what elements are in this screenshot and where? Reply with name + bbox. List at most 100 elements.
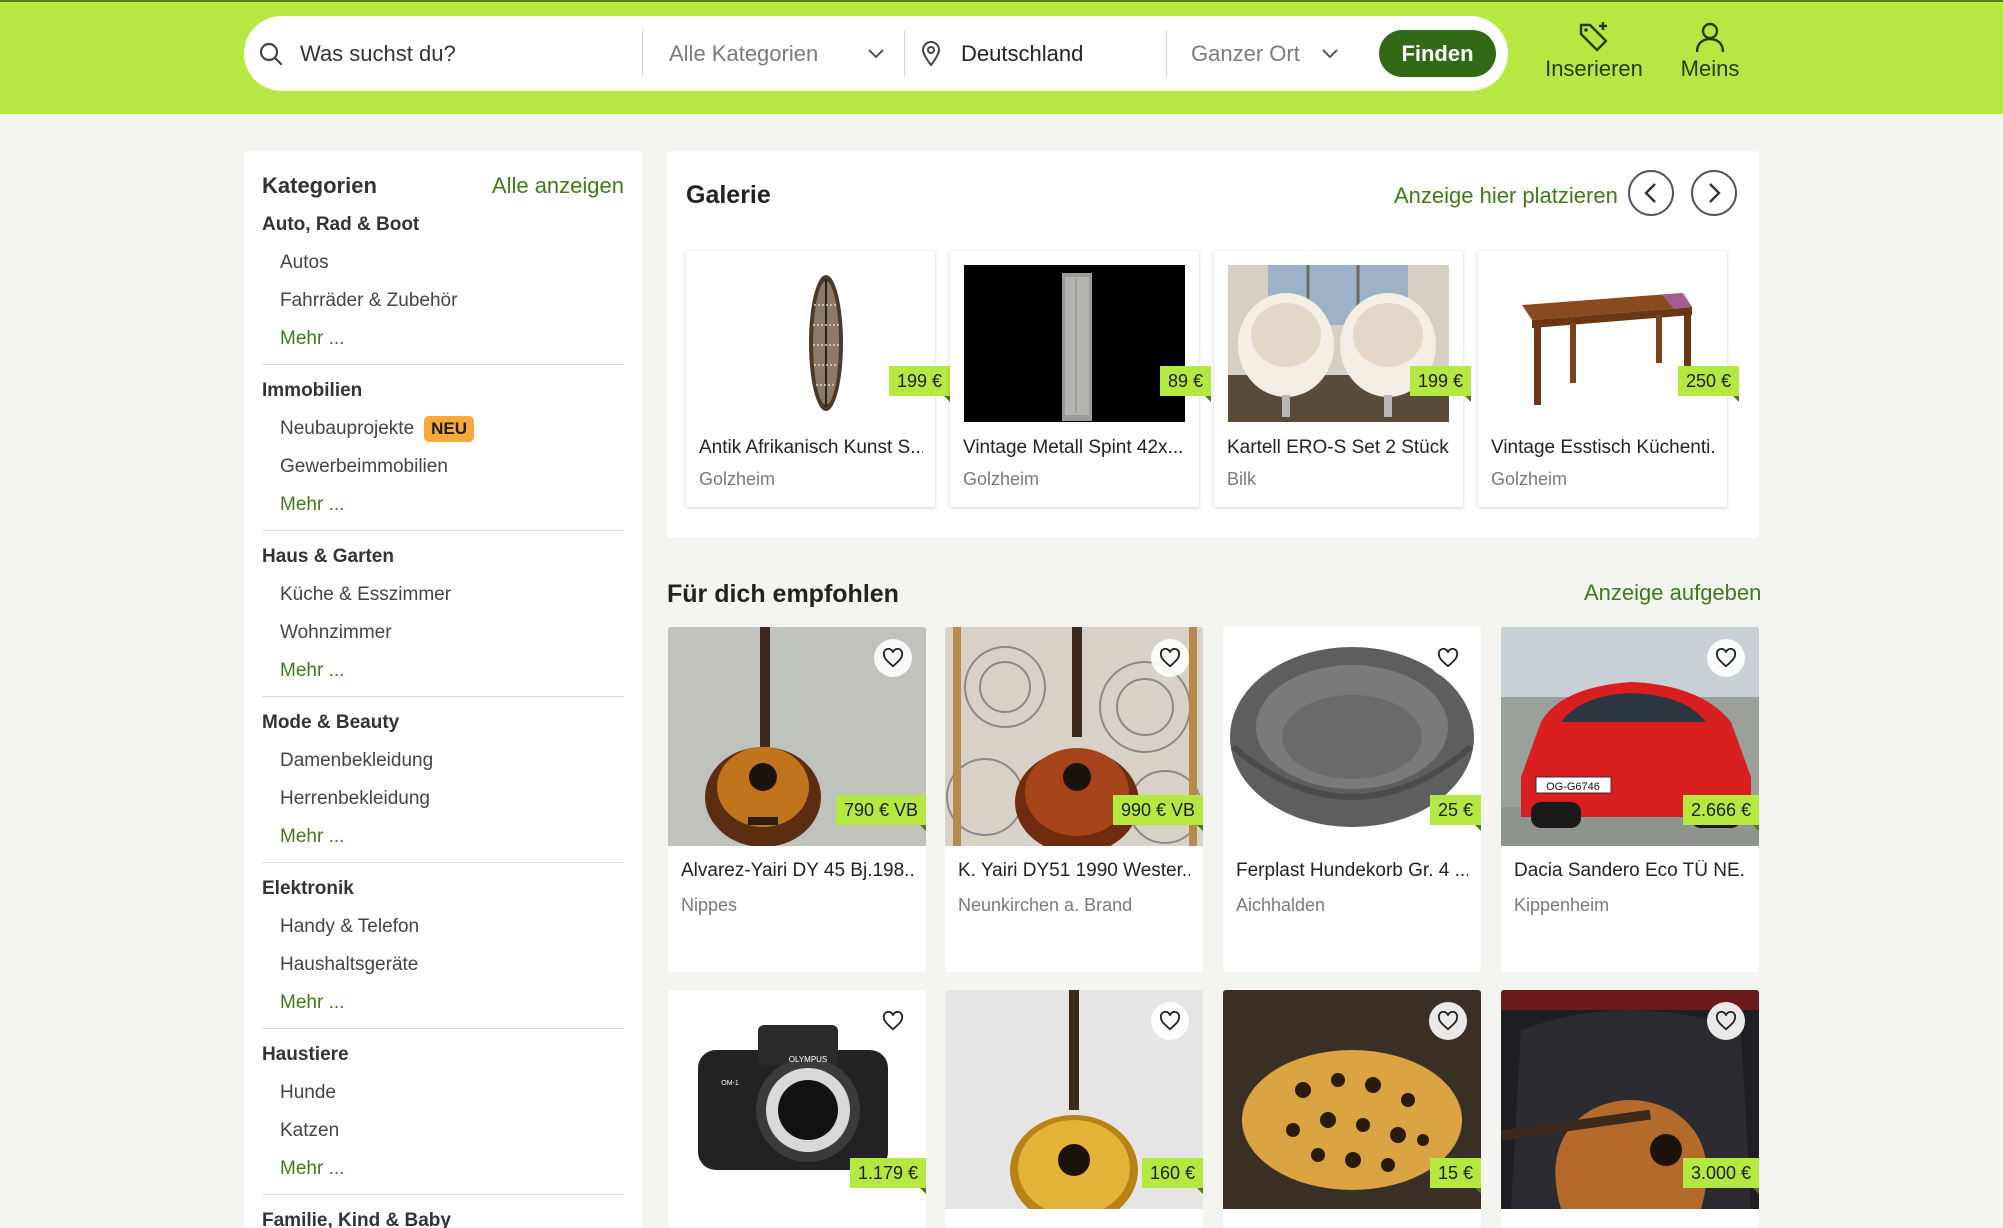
category-group: Haus & Garten Küche & Esszimmer Wohnzimm… (262, 538, 624, 690)
more-link[interactable]: Mehr ... (262, 486, 624, 524)
gallery-next-button[interactable] (1691, 170, 1737, 216)
subcategory-link[interactable]: Fahrräder & Zubehör (262, 282, 624, 320)
subcategory-link[interactable]: Herrenbekleidung (262, 780, 624, 818)
listing-title[interactable]: K. Yairi DY51 1990 Wester... (958, 860, 1190, 882)
post-ad-link[interactable]: Anzeige aufgeben (1584, 580, 1761, 606)
listing-card[interactable]: 3.000 € (1501, 990, 1759, 1228)
category-title[interactable]: Mode & Beauty (262, 704, 624, 742)
favorite-button[interactable] (1429, 1002, 1467, 1040)
heart-icon (1159, 648, 1181, 668)
listing-card[interactable]: 160 € (945, 990, 1203, 1228)
price-tag: 3.000 € (1682, 1158, 1759, 1194)
subcategory-link[interactable]: Neubauprojekte NEU (262, 410, 624, 448)
listing-card[interactable]: 15 € (1223, 990, 1481, 1228)
listing-card[interactable]: 990 € VB K. Yairi DY51 1990 Wester... Ne… (945, 627, 1203, 972)
price-tag: 1.179 € (849, 1158, 926, 1194)
category-title[interactable]: Familie, Kind & Baby (262, 1202, 624, 1228)
listing-card[interactable]: OG-G6746 2.666 € Dacia Sandero Eco TÜ NE… (1501, 627, 1759, 972)
listing-location: Neunkirchen a. Brand (958, 895, 1133, 915)
location-pin-icon (920, 16, 942, 91)
favorite-button[interactable] (1429, 639, 1467, 677)
show-all-categories-link[interactable]: Alle anzeigen (492, 173, 624, 199)
license-plate: OG-G6746 (1546, 781, 1600, 793)
listing-title[interactable]: Ferplast Hundekorb Gr. 4 ... (1236, 860, 1468, 882)
category-select[interactable]: Alle Kategorien (669, 16, 899, 91)
category-title[interactable]: Haus & Garten (262, 538, 624, 576)
listing-image (700, 265, 921, 422)
price-tag: 199 € (1410, 366, 1472, 402)
subcategory-link[interactable]: Hunde (262, 1074, 624, 1112)
listing-title[interactable]: Vintage Esstisch Küchenti... (1491, 437, 1715, 459)
favorite-button[interactable] (1707, 639, 1745, 677)
price-tag: 990 € VB (1112, 795, 1203, 831)
post-ad-label: Inserieren (1545, 56, 1643, 81)
sidebar-heading: Kategorien (262, 173, 377, 198)
category-title[interactable]: Immobilien (262, 372, 624, 410)
category-group: Immobilien Neubauprojekte NEU Gewerbeimm… (262, 372, 624, 524)
favorite-button[interactable] (1151, 639, 1189, 677)
category-group: Mode & Beauty Damenbekleidung Herrenbekl… (262, 704, 624, 856)
listing-title[interactable]: Vintage Metall Spint 42x... (963, 437, 1187, 459)
subcategory-link[interactable]: Katzen (262, 1112, 624, 1150)
category-group: Haustiere Hunde Katzen Mehr ... (262, 1036, 624, 1188)
category-title[interactable]: Auto, Rad & Boot (262, 206, 624, 244)
subcategory-link[interactable]: Haushaltsgeräte (262, 946, 624, 984)
divider (262, 1194, 624, 1195)
subcategory-link[interactable]: Gewerbeimmobilien (262, 448, 624, 486)
subcategory-label: Neubauprojekte (280, 418, 415, 439)
gallery-card[interactable]: 199 € Kartell ERO-S Set 2 Stück Bilk (1214, 251, 1472, 507)
gallery-card[interactable]: 89 € Vintage Metall Spint 42x... Golzhei… (950, 251, 1212, 507)
subcategory-link[interactable]: Autos (262, 244, 624, 282)
more-link[interactable]: Mehr ... (262, 818, 624, 856)
location-input[interactable]: Deutschland (961, 16, 1181, 91)
listing-title[interactable]: Kartell ERO-S Set 2 Stück (1227, 437, 1451, 459)
place-ad-link[interactable]: Anzeige hier platzieren (1394, 183, 1618, 209)
gallery-prev-button[interactable] (1628, 170, 1674, 216)
search-button[interactable]: Finden (1379, 30, 1496, 77)
listing-image (1492, 265, 1713, 422)
my-account-button[interactable]: Meins (1655, 20, 1765, 82)
favorite-button[interactable] (874, 1002, 912, 1040)
category-group: Auto, Rad & Boot Autos Fahrräder & Zubeh… (262, 206, 624, 358)
recommended-title: Für dich empfohlen (667, 580, 899, 608)
more-link[interactable]: Mehr ... (262, 320, 624, 358)
favorite-button[interactable] (1707, 1002, 1745, 1040)
listing-card[interactable]: 790 € VB Alvarez-Yairi DY 45 Bj.198... N… (668, 627, 926, 972)
favorite-button[interactable] (1151, 1002, 1189, 1040)
price-tag: 250 € (1678, 366, 1740, 402)
post-ad-button[interactable]: Inserieren (1539, 20, 1649, 82)
listing-title[interactable]: Antik Afrikanisch Kunst S... (699, 437, 923, 459)
gallery-card[interactable]: 199 € Antik Afrikanisch Kunst S... Golzh… (686, 251, 951, 507)
listing-card[interactable]: 25 € Ferplast Hundekorb Gr. 4 ... Aichha… (1223, 627, 1481, 972)
divider (642, 30, 643, 77)
more-link[interactable]: Mehr ... (262, 984, 624, 1022)
category-title[interactable]: Elektronik (262, 870, 624, 908)
subcategory-link[interactable]: Handy & Telefon (262, 908, 624, 946)
subcategory-link[interactable]: Küche & Esszimmer (262, 576, 624, 614)
more-link[interactable]: Mehr ... (262, 1150, 624, 1188)
divider (262, 862, 624, 863)
search-input[interactable]: Was suchst du? (300, 16, 670, 91)
subcategory-link[interactable]: Wohnzimmer (262, 614, 624, 652)
user-icon (1695, 22, 1725, 53)
search-bar: Was suchst du? Alle Kategorien Deutschla… (244, 16, 1508, 91)
listing-card[interactable]: OLYMPUS OM-1 1.179 € (668, 990, 926, 1228)
subcategory-link[interactable]: Damenbekleidung (262, 742, 624, 780)
location-input-text: Deutschland (961, 40, 1084, 66)
new-badge: NEU (424, 416, 475, 442)
listing-title[interactable]: Dacia Sandero Eco TÜ NE... (1514, 860, 1746, 882)
more-link[interactable]: Mehr ... (262, 652, 624, 690)
listing-title[interactable]: Alvarez-Yairi DY 45 Bj.198... (681, 860, 913, 882)
heart-icon (882, 648, 904, 668)
favorite-button[interactable] (874, 639, 912, 677)
price-tag: 25 € (1429, 795, 1481, 831)
category-title[interactable]: Haustiere (262, 1036, 624, 1074)
radius-select[interactable]: Ganzer Ort (1191, 16, 1371, 91)
listing-image (1228, 265, 1449, 422)
chevron-down-icon (868, 48, 884, 58)
gallery-title: Galerie (686, 181, 771, 209)
divider (262, 530, 624, 531)
heart-icon (882, 1011, 904, 1031)
gallery-card[interactable]: 250 € Vintage Esstisch Küchenti... Golzh… (1478, 251, 1740, 507)
listing-location: Nippes (681, 895, 738, 915)
